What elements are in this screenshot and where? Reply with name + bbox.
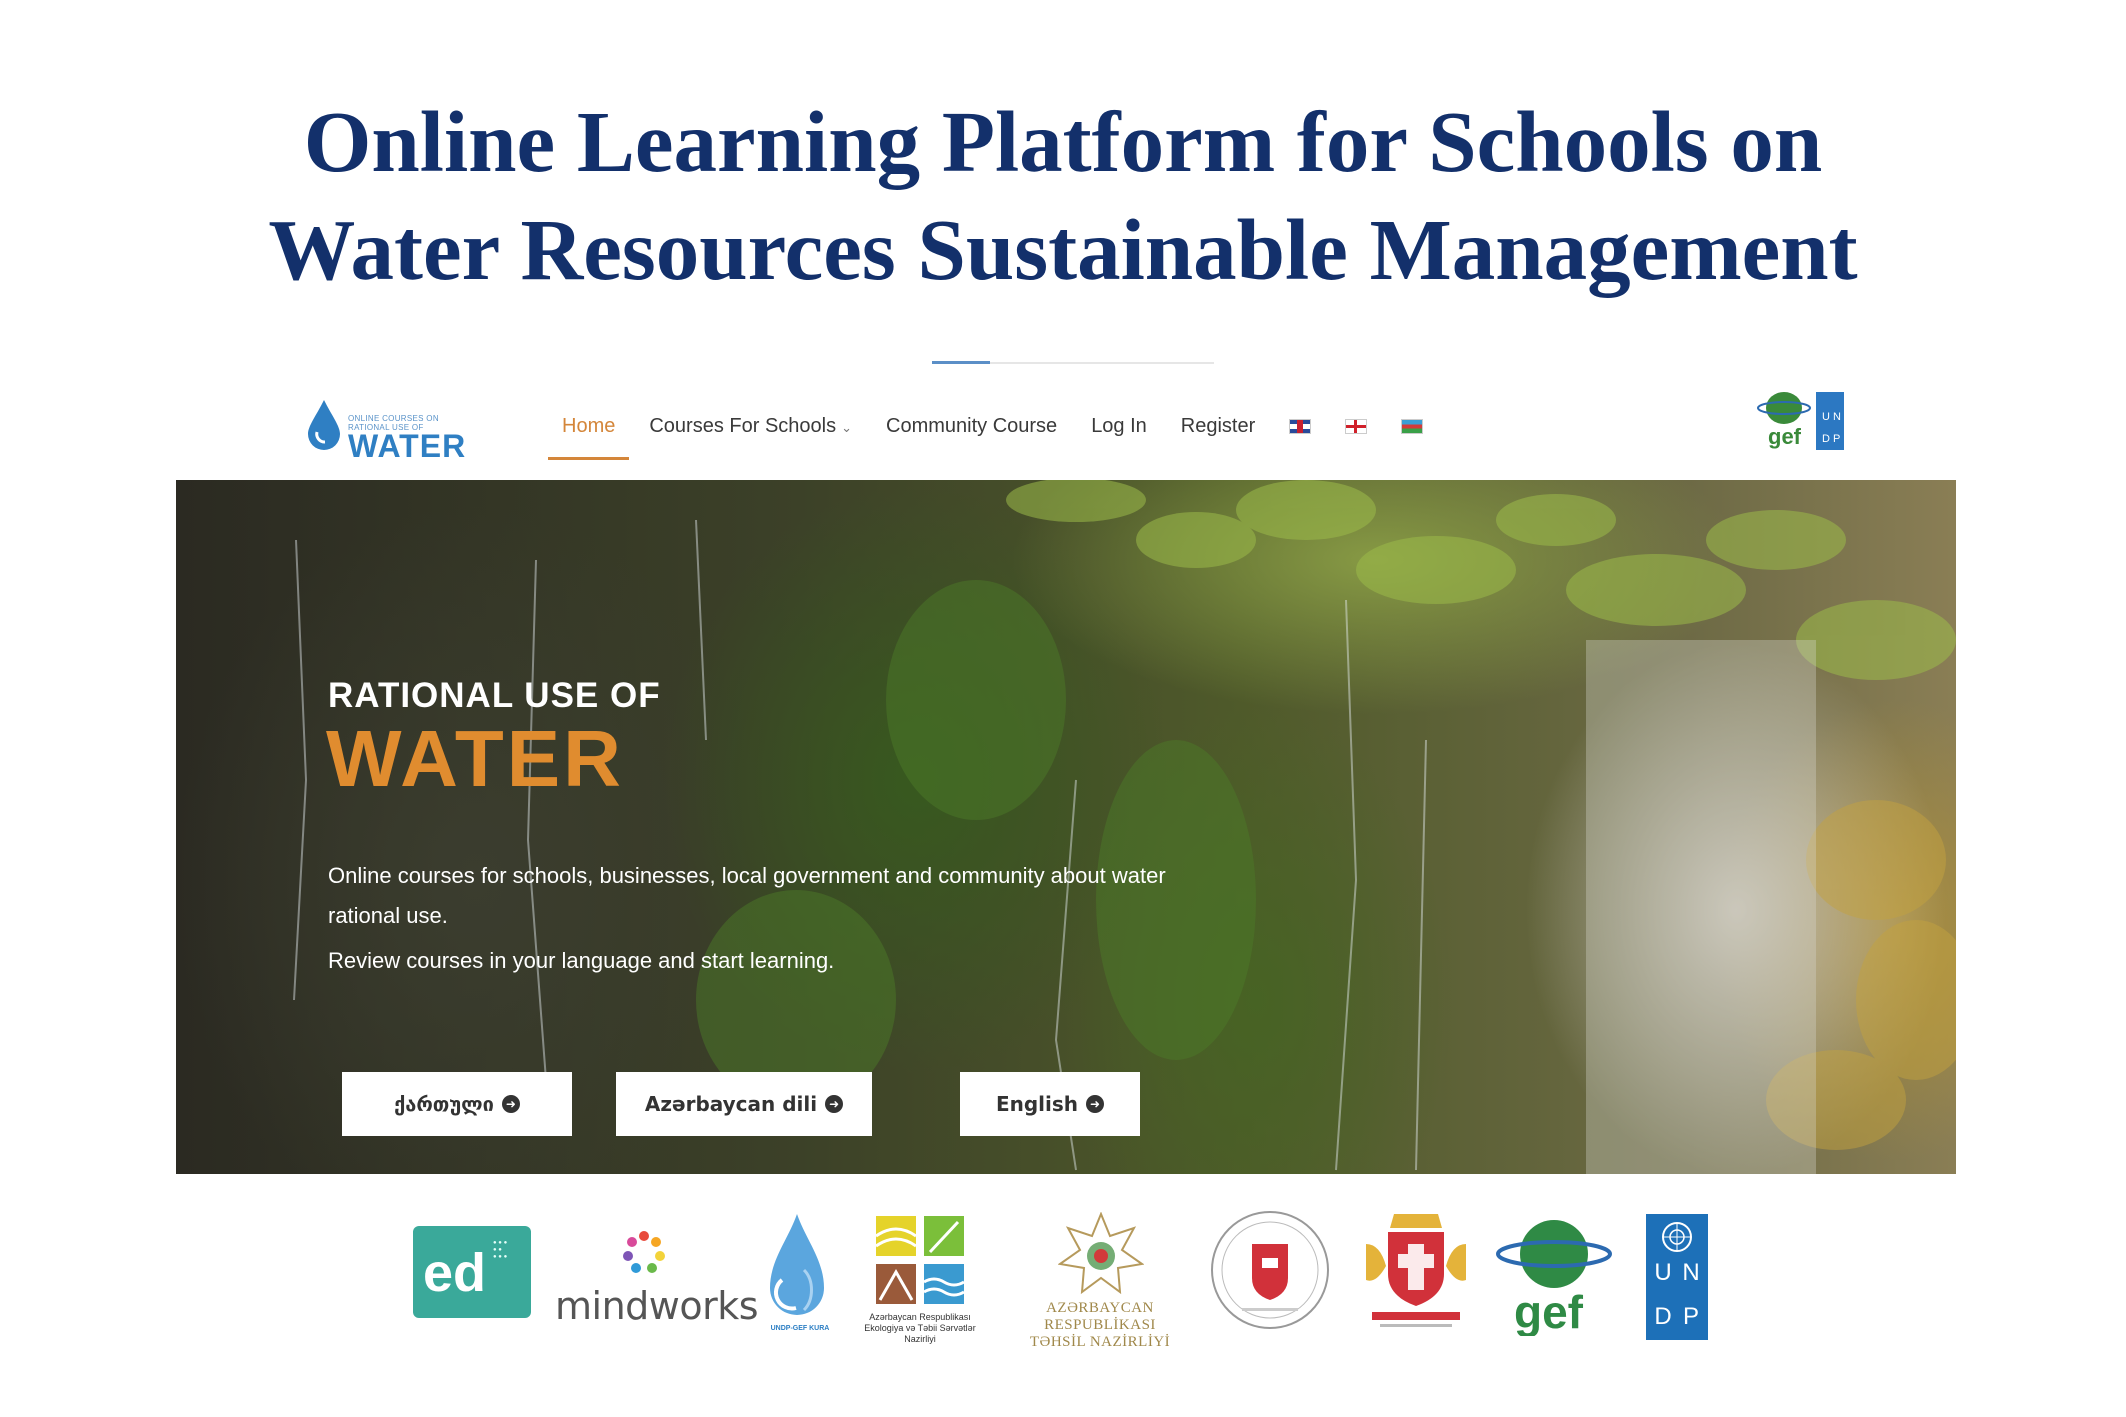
main-nav: Home Courses For Schools ⌄ Community Cour… [547, 405, 1457, 460]
mindworks-logo-text: mindworks [555, 1284, 759, 1328]
undp-letter-d: D [1654, 1303, 1672, 1330]
education-ministry-line2: TƏHSİL NAZİRLİYİ [1029, 1334, 1171, 1350]
georgia-coat-of-arms-icon [1366, 1214, 1466, 1327]
georgian-language-button[interactable]: ქართული ➜ [342, 1072, 572, 1136]
ed-logo-text: ed [423, 1243, 487, 1303]
georgia-ministry-seal-icon [1211, 1211, 1329, 1329]
gef-logo: gef [1496, 1220, 1612, 1336]
partner-logos: ed ● ● ● ● ● ● ● ● mindworks UNDP-GEF KURA… [0, 1200, 2126, 1360]
nav-undp-p: P [1833, 433, 1840, 445]
georgia-flag-icon[interactable] [1345, 418, 1368, 434]
eco-ministry-text: Azərbaycan Respublikası Ekologiya və Təb… [864, 1312, 976, 1344]
slide-title-line1: Online Learning Platform for Schools on [303, 93, 1823, 190]
logo-small-line1: ONLINE COURSES ON [348, 414, 439, 423]
education-ministry-line1: AZƏRBAYCAN RESPUBLİKASI [1044, 1300, 1156, 1333]
ed-logo: ed ● ● ● ● ● ● ● ● [413, 1226, 531, 1318]
azerbaijani-language-button[interactable]: Azərbaycan dili ➜ [616, 1072, 872, 1136]
nav-undp-d: D [1822, 433, 1830, 445]
undp-gef-kura-logo [770, 1214, 824, 1315]
gef-undp-logo: gef U N D P [1757, 392, 1844, 450]
undp-letter-n: N [1682, 1259, 1700, 1286]
education-ministry-text: AZƏRBAYCAN RESPUBLİKASI TƏHSİL NAZİRLİYİ [992, 1300, 1208, 1351]
azerbaijan-emblem-icon [1058, 1212, 1144, 1295]
nav-home[interactable]: Home [547, 405, 630, 460]
uk-flag-icon[interactable] [1289, 418, 1312, 434]
chevron-down-icon: ⌄ [841, 419, 853, 435]
arrow-right-circle-icon: ➜ [825, 1095, 844, 1113]
navbar: ONLINE COURSES ON RATIONAL USE OF WATER … [176, 376, 1956, 480]
slide-title: Online Learning Platform for Schools on … [0, 88, 2126, 304]
georgian-button-label: ქართული [394, 1092, 494, 1116]
nav-gef-text: gef [1768, 424, 1802, 449]
nav-log-in[interactable]: Log In [1091, 405, 1147, 448]
english-language-button[interactable]: English ➜ [960, 1072, 1140, 1136]
water-drop-icon [308, 400, 340, 450]
arrow-right-circle-icon: ➜ [501, 1095, 520, 1113]
hero-description-2: Review courses in your language and star… [328, 948, 835, 973]
mindworks-flower-icon [623, 1231, 665, 1273]
undp-letter-p: P [1682, 1303, 1699, 1330]
arrow-right-circle-icon: ➜ [1086, 1095, 1105, 1113]
nav-courses-for-schools[interactable]: Courses For Schools ⌄ [649, 405, 852, 448]
hero-heading-big: WATER [326, 714, 624, 803]
gef-logo-text: gef [1514, 1286, 1584, 1336]
logo-big-text: WATER [348, 428, 467, 464]
hero-background-image [293, 480, 1956, 1174]
website-screenshot: ONLINE COURSES ON RATIONAL USE OF WATER … [176, 376, 1956, 1174]
slide-title-line2: Water Resources Sustainable Management [268, 201, 1858, 298]
un-emblem-icon [1662, 1222, 1692, 1252]
nav-undp-u: U [1822, 411, 1830, 423]
ed-logo-small-text: ● ● ● ● ● ● ● ● [493, 1240, 508, 1260]
azerbaijani-button-label: Azərbaycan dili [644, 1092, 818, 1116]
nav-register[interactable]: Register [1181, 405, 1255, 448]
nav-courses-label: Courses For Schools [649, 414, 837, 437]
hero-banner: RATIONAL USE OF WATER Online courses for… [176, 480, 1956, 1174]
hero-heading-small: RATIONAL USE OF [328, 676, 661, 715]
nav-community-course[interactable]: Community Course [886, 405, 1057, 448]
hero-description: Online courses for schools, businesses, … [328, 863, 1166, 928]
site-logo[interactable]: ONLINE COURSES ON RATIONAL USE OF WATER [306, 392, 476, 462]
azerbaijan-flag-icon[interactable] [1401, 418, 1424, 434]
top-divider-accent [932, 361, 990, 364]
eco-ministry-logo [875, 1216, 965, 1304]
undp-letter-u: U [1654, 1259, 1672, 1286]
undp-gef-kura-text: UNDP-GEF KURA [770, 1325, 830, 1332]
nav-undp-n: N [1833, 411, 1841, 423]
undp-logo: U N D P [1646, 1214, 1708, 1340]
english-button-label: English [995, 1092, 1079, 1116]
